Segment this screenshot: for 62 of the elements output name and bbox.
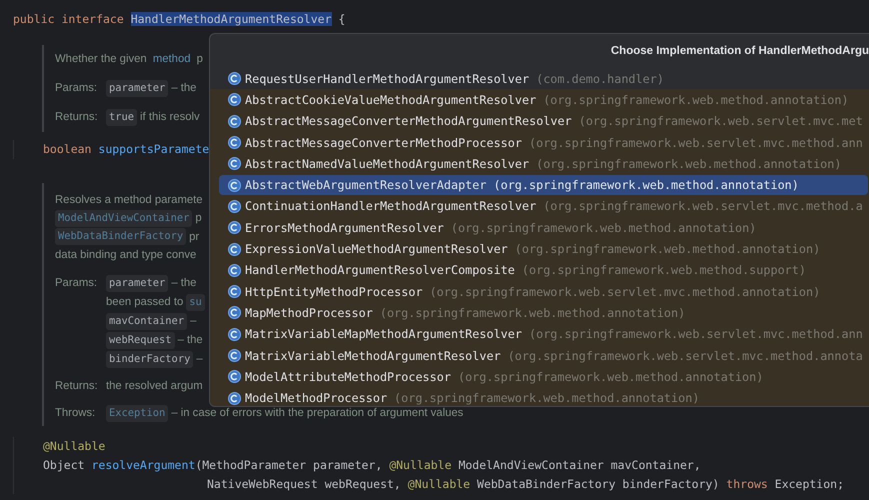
doc-text: pr bbox=[189, 230, 200, 243]
doc-text: – bbox=[196, 353, 203, 365]
class-icon bbox=[228, 178, 241, 192]
doc-link[interactable]: method bbox=[152, 53, 191, 66]
annotation: @Nullable bbox=[408, 476, 470, 490]
doc-text: – the bbox=[178, 334, 203, 346]
doc-label: Params: bbox=[55, 80, 98, 96]
class-icon bbox=[228, 114, 241, 128]
selected-code: HandlerMethodArgumentResolver bbox=[130, 12, 332, 26]
code-text: Exception; bbox=[774, 476, 844, 490]
keyword: boolean bbox=[43, 142, 92, 156]
doc-text: Whether the given bbox=[55, 53, 148, 66]
code-text: (MethodParameter parameter, bbox=[195, 458, 384, 472]
code-chip: parameter bbox=[106, 80, 168, 96]
doc-text: if this resolv bbox=[140, 111, 200, 123]
class-icon bbox=[228, 242, 241, 256]
class-icon bbox=[228, 157, 241, 170]
doc-text: the resolved argum bbox=[106, 380, 203, 392]
doc-text: – in case of errors with the preparation of argument values bbox=[171, 407, 464, 419]
annotation: @Nullable bbox=[389, 458, 452, 472]
code-text: { bbox=[337, 12, 346, 26]
class-icon bbox=[228, 264, 241, 277]
annotation: @Nullable bbox=[43, 438, 106, 452]
class-icon bbox=[228, 306, 241, 320]
doc-text: Resolves a method paramete bbox=[55, 194, 203, 206]
class-icon bbox=[228, 221, 241, 234]
code-text: ModelAndViewContainer mavContainer, bbox=[457, 458, 701, 472]
class-icon bbox=[228, 285, 241, 298]
doc-text: p bbox=[196, 53, 203, 66]
doc-text: p bbox=[195, 212, 202, 224]
doc-label: Params: bbox=[55, 276, 98, 290]
implementation-item[interactable]: AbstractWebArgumentResolverAdapter (org.springframework.web.method.annotation) bbox=[219, 175, 868, 196]
code-chip: webRequest bbox=[106, 332, 175, 348]
class-icon bbox=[228, 93, 241, 106]
code-text: WebDataBinderFactory binderFactory) bbox=[476, 476, 720, 490]
doc-text: data binding and type conve bbox=[55, 249, 196, 262]
class-icon bbox=[228, 370, 241, 384]
class-icon bbox=[228, 392, 241, 405]
class-icon bbox=[228, 328, 241, 341]
implementation-item[interactable]: RequestUserHandlerMethodArgumentResolver (com.demo.handler) bbox=[219, 68, 868, 89]
doc-label: Throws: bbox=[55, 406, 96, 420]
code-text: NativeWebRequest webRequest, bbox=[207, 476, 402, 490]
code-chip: binderFactory bbox=[106, 350, 194, 368]
doc-text: been passed to bbox=[106, 296, 184, 308]
code-chip: true bbox=[106, 108, 138, 126]
method-name: resolveArgument bbox=[91, 458, 196, 472]
doc-label: Returns: bbox=[55, 110, 99, 124]
code-text: Object bbox=[43, 458, 86, 472]
class-icon bbox=[228, 72, 241, 86]
doc-label: Returns: bbox=[55, 378, 99, 394]
doc-text: – the bbox=[171, 277, 196, 289]
class-icon bbox=[228, 200, 241, 213]
doc-text: – the bbox=[171, 82, 196, 94]
popup-title: Choose Implementation of HandlerMethodArgu bbox=[610, 45, 869, 57]
code-chip: mavContainer bbox=[106, 312, 188, 330]
code-chip: parameter bbox=[106, 274, 168, 292]
keyword: public interface bbox=[13, 12, 125, 26]
keyword: throws bbox=[726, 476, 768, 490]
class-icon bbox=[228, 349, 241, 362]
class-icon bbox=[228, 136, 241, 150]
method-name: supportsParamete bbox=[98, 142, 210, 156]
doc-text: – bbox=[190, 315, 196, 327]
